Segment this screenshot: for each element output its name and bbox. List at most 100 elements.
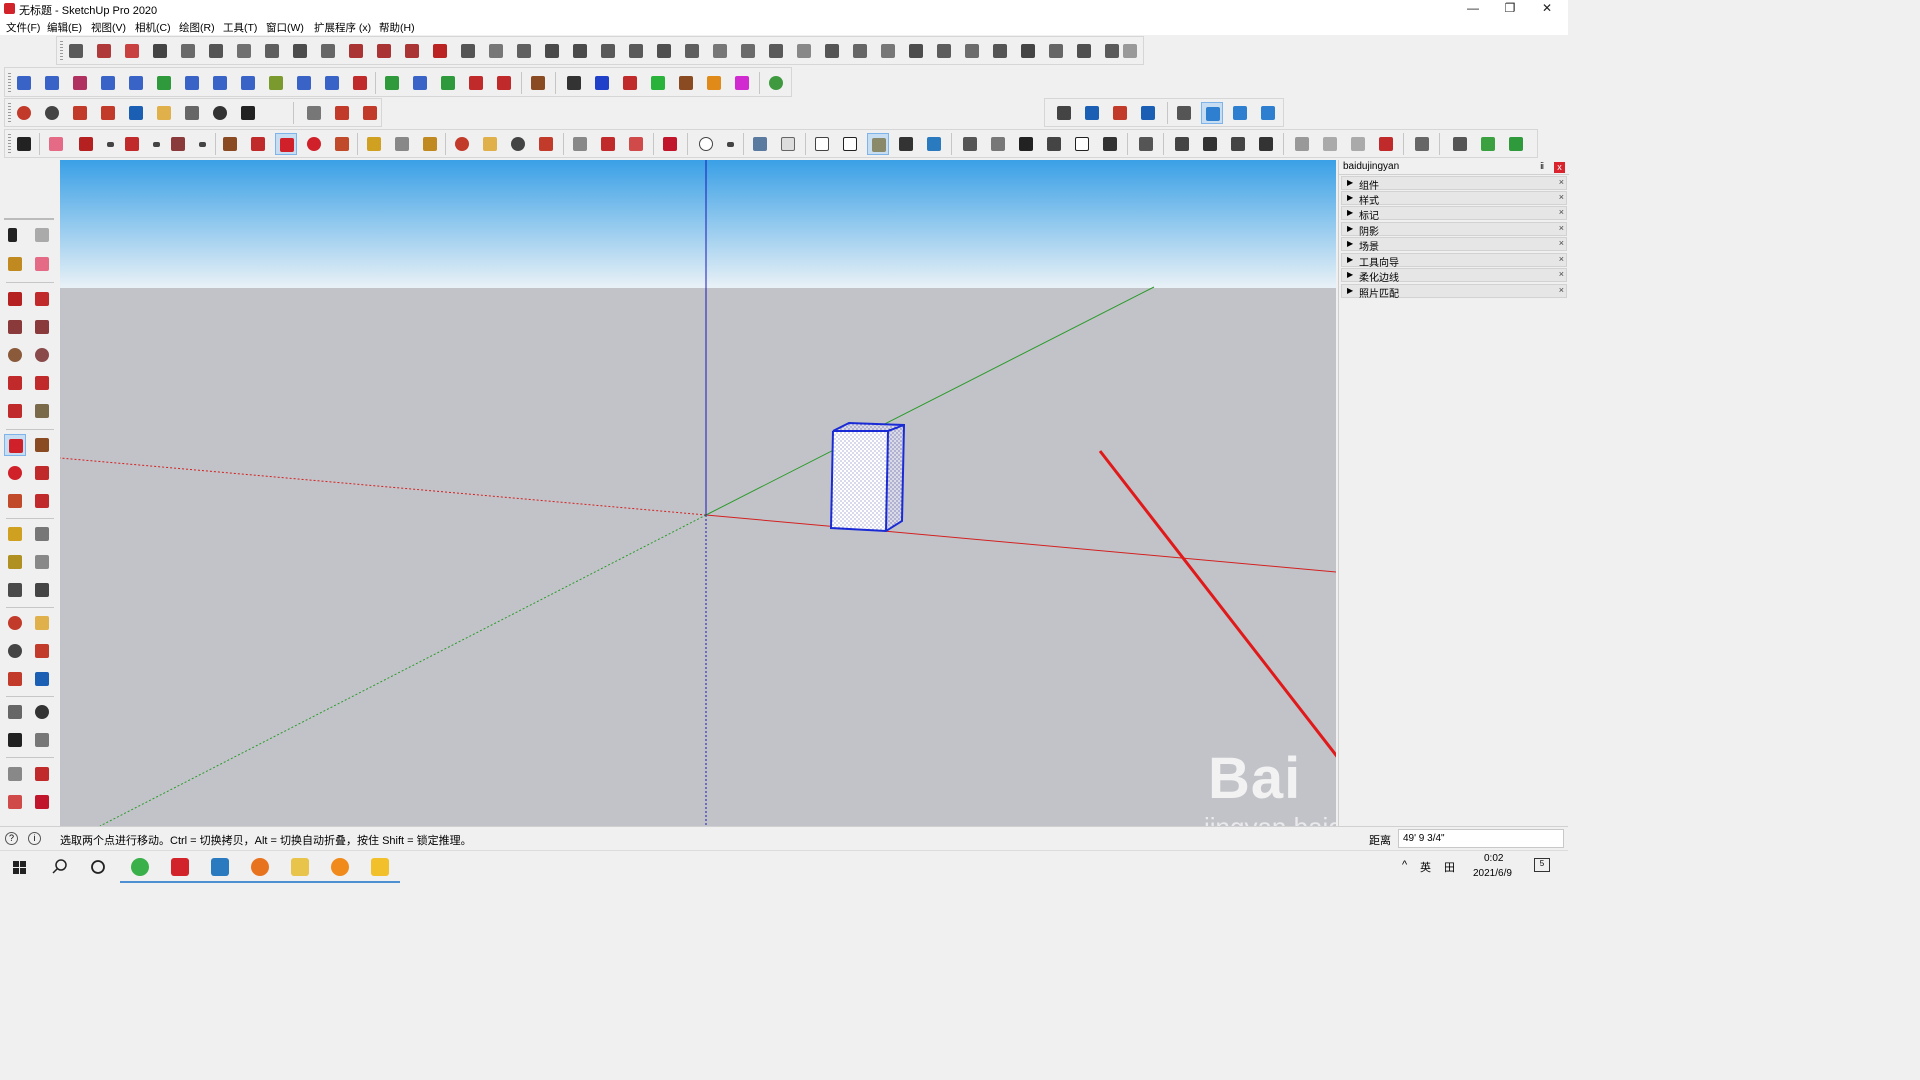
extension-manager-icon[interactable] <box>1375 133 1397 155</box>
tool-17-icon[interactable] <box>513 40 535 62</box>
close-icon[interactable]: × <box>1559 177 1564 187</box>
restore-button[interactable]: ❐ <box>1493 0 1527 18</box>
curve-tool-2-icon[interactable] <box>41 72 63 94</box>
xray-style-icon[interactable] <box>749 133 771 155</box>
zoom-window-icon[interactable] <box>31 640 53 662</box>
previous-view-icon[interactable] <box>31 668 53 690</box>
shapes-icon[interactable] <box>1477 133 1499 155</box>
line-icon[interactable] <box>75 133 97 155</box>
tool-3-icon[interactable] <box>121 40 143 62</box>
tape-measure-icon[interactable] <box>4 523 26 545</box>
back-house-icon[interactable] <box>1071 133 1093 155</box>
scale-icon[interactable] <box>4 490 26 512</box>
curve-tool-16-icon[interactable] <box>437 72 459 94</box>
toolbar-grip[interactable] <box>60 41 63 61</box>
close-icon[interactable]: × <box>1559 238 1564 248</box>
position-camera-icon[interactable] <box>181 102 203 124</box>
front-house-icon[interactable] <box>1015 133 1037 155</box>
tray-item-match-photo[interactable]: ▶ 照片匹配 × <box>1341 284 1567 300</box>
tool-11-icon[interactable] <box>345 40 367 62</box>
menu-window[interactable]: 窗口(W) <box>266 20 304 35</box>
curve-tool-14-icon[interactable] <box>381 72 403 94</box>
pushpull-variant-2-icon[interactable] <box>563 72 585 94</box>
ruby-icon[interactable] <box>659 133 681 155</box>
taskbar-app-orange[interactable] <box>320 851 360 883</box>
tool-39-icon[interactable] <box>1119 40 1141 62</box>
pushpull-variant-8-icon[interactable] <box>731 72 753 94</box>
protractor-icon[interactable] <box>4 551 26 573</box>
taskbar-app-sketchup[interactable] <box>160 851 200 883</box>
axes-icon[interactable] <box>4 579 26 601</box>
line-icon[interactable] <box>4 288 26 310</box>
curve-tool-10-icon[interactable] <box>265 72 287 94</box>
curve-tool-1-icon[interactable] <box>13 72 35 94</box>
look-around-icon[interactable] <box>31 701 53 723</box>
polygon-icon[interactable] <box>31 344 53 366</box>
taskbar-app-star[interactable] <box>280 851 320 883</box>
top-house-icon[interactable] <box>987 133 1009 155</box>
pie-icon[interactable] <box>31 400 53 422</box>
curve-tool-8-icon[interactable] <box>209 72 231 94</box>
zoom-icon[interactable] <box>41 102 63 124</box>
curve-tool-15-icon[interactable] <box>409 72 431 94</box>
iso-house-icon[interactable] <box>959 133 981 155</box>
iso-view-icon[interactable] <box>1201 102 1223 124</box>
clock-date[interactable]: 2021/6/9 <box>1473 868 1512 879</box>
move-tool-icon[interactable] <box>4 434 26 456</box>
curve-tool-13-icon[interactable] <box>349 72 371 94</box>
back-edges-style-icon[interactable] <box>777 133 799 155</box>
tool-35-icon[interactable] <box>1017 40 1039 62</box>
menu-extensions[interactable]: 扩展程序 (x) <box>314 20 371 35</box>
share-model-icon[interactable] <box>625 133 647 155</box>
tool-6-icon[interactable] <box>205 40 227 62</box>
menu-help[interactable]: 帮助(H) <box>379 20 415 35</box>
select-icon[interactable] <box>13 133 35 155</box>
select-icon[interactable] <box>4 224 26 246</box>
tool-1-icon[interactable] <box>65 40 87 62</box>
warehouse-2-icon[interactable] <box>1291 133 1313 155</box>
modeling-viewport[interactable]: Bai经验 jingyan.baidu.com <box>60 160 1336 826</box>
follow-me-icon[interactable] <box>31 462 53 484</box>
paint-bucket-icon[interactable] <box>4 253 26 275</box>
sandbox-icon[interactable] <box>1411 133 1433 155</box>
rotate-icon[interactable] <box>303 133 325 155</box>
geo-location-icon[interactable]: ? <box>5 832 18 845</box>
tool-33-icon[interactable] <box>961 40 983 62</box>
warehouse-icon[interactable] <box>569 133 591 155</box>
tool-37-icon[interactable] <box>1073 40 1095 62</box>
account-dropdown-icon[interactable] <box>719 133 741 155</box>
tool-22-icon[interactable] <box>653 40 675 62</box>
move-view-icon[interactable] <box>1173 102 1195 124</box>
top-view-icon[interactable] <box>1229 102 1251 124</box>
tool-15-icon[interactable] <box>457 40 479 62</box>
tray-item-scenes[interactable]: ▶ 场景 × <box>1341 237 1567 253</box>
toolbar-grip[interactable] <box>8 134 11 154</box>
curve-tool-9-icon[interactable] <box>237 72 259 94</box>
layers-4-icon[interactable] <box>1137 102 1159 124</box>
solid-trim-icon[interactable] <box>1255 133 1277 155</box>
layers-1-icon[interactable] <box>1053 102 1075 124</box>
tool-25-icon[interactable] <box>737 40 759 62</box>
pushpull-variant-1-icon[interactable] <box>527 72 549 94</box>
eraser-icon[interactable] <box>31 253 53 275</box>
tray-item-styles[interactable]: ▶ 样式 × <box>1341 191 1567 207</box>
circle-icon[interactable] <box>4 344 26 366</box>
section-fill-icon[interactable] <box>359 102 381 124</box>
orbit-icon[interactable] <box>13 102 35 124</box>
pushpull-variant-5-icon[interactable] <box>647 72 669 94</box>
tool-30-icon[interactable] <box>877 40 899 62</box>
shaded-style-icon[interactable] <box>867 133 889 155</box>
zoom-extents-icon[interactable] <box>97 102 119 124</box>
pushpull-variant-4-icon[interactable] <box>619 72 641 94</box>
tool-20-icon[interactable] <box>597 40 619 62</box>
tool-34-icon[interactable] <box>989 40 1011 62</box>
curve-tool-12-icon[interactable] <box>321 72 343 94</box>
curve-tool-11-icon[interactable] <box>293 72 315 94</box>
tray-close-button[interactable]: x <box>1554 162 1565 173</box>
warehouse-4-icon[interactable] <box>1347 133 1369 155</box>
taskbar-app-firefox[interactable] <box>240 851 280 883</box>
layers-3-icon[interactable] <box>1109 102 1131 124</box>
zoom-extents-icon[interactable] <box>4 668 26 690</box>
tool-21-icon[interactable] <box>625 40 647 62</box>
close-icon[interactable]: × <box>1559 192 1564 202</box>
